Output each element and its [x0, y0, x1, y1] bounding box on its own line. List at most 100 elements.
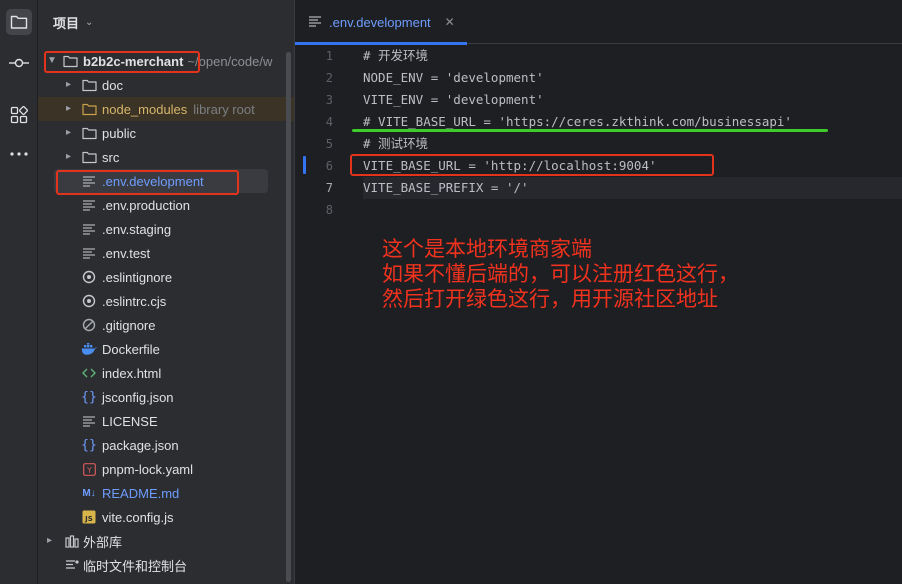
tree-item-doc[interactable]: ▸ doc: [38, 73, 294, 97]
folder-icon: [81, 101, 97, 117]
line-number: 7: [325, 181, 333, 195]
close-icon[interactable]: ✕: [445, 15, 455, 29]
library-icon: [64, 533, 80, 549]
docker-icon: [81, 341, 97, 357]
javascript-icon: JS: [81, 509, 97, 525]
ignore-file-icon: [81, 317, 97, 333]
tree-item-eslintignore[interactable]: .eslintignore: [38, 265, 294, 289]
folder-icon: [10, 15, 28, 29]
root-folder-path: ~/open/code/w: [187, 53, 273, 69]
tree-item-env-production[interactable]: .env.production: [38, 193, 294, 217]
code-line: VITE_ENV = 'development': [363, 92, 544, 107]
tree-item-label: vite.config.js: [102, 509, 174, 525]
tree-item-src[interactable]: ▸ src: [38, 145, 294, 169]
code-line: # 开发环境: [363, 48, 429, 63]
line-number: 8: [325, 203, 333, 217]
tab-env-development[interactable]: .env.development ✕: [295, 0, 467, 45]
line-number-gutter: 1 2 3 4 5 6 7 8: [295, 44, 355, 221]
tree-item-label: .env.staging: [102, 221, 172, 237]
json-icon: {}: [81, 437, 97, 453]
tree-item-label: .gitignore: [102, 317, 156, 333]
svg-text:JS: JS: [84, 515, 93, 523]
annotation-note-line: 这个是本地环境商家端: [382, 237, 592, 261]
tree-item-license[interactable]: LICENSE: [38, 409, 294, 433]
tree-item-label: doc: [102, 77, 123, 93]
scrollbar-thumb[interactable]: [286, 52, 291, 582]
text-file-icon: [81, 413, 97, 429]
tree-item-label: README.md: [102, 485, 180, 501]
activity-bar: [0, 0, 38, 584]
tree-item-env-test[interactable]: .env.test: [38, 241, 294, 265]
annotation-green-underline: [352, 129, 828, 132]
annotation-red-box-base-url: [350, 154, 714, 176]
tree-item-vite-config[interactable]: JS vite.config.js: [38, 505, 294, 529]
tree-item-gitignore[interactable]: .gitignore: [38, 313, 294, 337]
structure-tool-button[interactable]: [6, 102, 32, 128]
editor-tab-bar: .env.development ✕: [295, 0, 902, 45]
tree-item-label: node_modules: [102, 101, 188, 117]
tree-item-label: .env.test: [102, 245, 151, 261]
annotation-red-box-root: [44, 51, 200, 73]
text-file-icon: [81, 221, 97, 237]
project-tool-button[interactable]: [6, 9, 32, 35]
annotation-note-line: 如果不懂后端的，可以注册红色这行，: [382, 262, 739, 286]
folder-icon: [81, 125, 97, 141]
json-icon: {}: [81, 389, 97, 405]
tree-item-label: 临时文件和控制台: [83, 558, 188, 574]
chevron-right-icon: ▸: [47, 535, 53, 546]
text-file-icon: [81, 197, 97, 213]
tree-item-dockerfile[interactable]: Dockerfile: [38, 337, 294, 361]
tree-item-label: Dockerfile: [102, 341, 160, 357]
tree-item-node-modules[interactable]: ▸ node_modules library root: [38, 97, 294, 121]
project-tree: ▼ b2b2c-merchant ~/open/code/w ▸ doc ▸ no…: [38, 49, 294, 577]
commit-tool-button[interactable]: [6, 50, 32, 76]
markdown-icon: M↓: [82, 487, 96, 499]
tree-item-package-json[interactable]: {} package.json: [38, 433, 294, 457]
tree-item-label: pnpm-lock.yaml: [102, 461, 194, 477]
scratches-icon: [64, 557, 80, 573]
tree-item-label: jsconfig.json: [102, 389, 174, 405]
annotation-note-line: 然后打开绿色这行，用开源社区地址: [382, 287, 718, 311]
structure-icon: [10, 106, 28, 124]
tree-item-index-html[interactable]: index.html: [38, 361, 294, 385]
annotation-note: 这个是本地环境商家端 如果不懂后端的，可以注册红色这行， 然后打开绿色这行，用开…: [382, 237, 739, 312]
tree-item-public[interactable]: ▸ public: [38, 121, 294, 145]
project-panel-header[interactable]: 项目 ⌄: [38, 0, 294, 44]
tree-item-external-libraries[interactable]: ▸ 外部库: [38, 529, 294, 553]
tree-item-jsconfig[interactable]: {} jsconfig.json: [38, 385, 294, 409]
folder-icon: [81, 149, 97, 165]
tree-item-label: package.json: [102, 437, 179, 453]
yaml-icon: Y: [81, 461, 97, 477]
eslint-icon: [81, 293, 97, 309]
tree-item-eslintrc[interactable]: .eslintrc.cjs: [38, 289, 294, 313]
tree-item-label: LICENSE: [102, 413, 158, 429]
code-line: # 测试环境: [363, 136, 429, 151]
code-content[interactable]: # 开发环境 NODE_ENV = 'development' VITE_ENV…: [363, 44, 902, 221]
tree-item-pnpm-lock[interactable]: Y pnpm-lock.yaml: [38, 457, 294, 481]
tree-item-readme[interactable]: M↓ README.md: [38, 481, 294, 505]
tree-item-label: src: [102, 149, 120, 165]
change-marker: [303, 156, 306, 174]
code-line: VITE_BASE_PREFIX = '/': [363, 177, 902, 199]
tree-item-label: index.html: [102, 365, 162, 381]
more-tools-button[interactable]: [6, 141, 32, 167]
line-number: 3: [325, 93, 333, 107]
line-number: 1: [325, 49, 333, 63]
more-horizontal-icon: [10, 152, 28, 156]
tree-item-label: .eslintignore: [102, 269, 173, 285]
tree-item-label: .env.production: [102, 197, 190, 213]
tree-item-label: public: [102, 125, 136, 141]
tree-item-scratches[interactable]: 临时文件和控制台: [38, 553, 294, 577]
html-icon: [81, 365, 97, 381]
project-panel: 项目 ⌄ ▼ b2b2c-merchant ~/open/code/w ▸ doc…: [38, 0, 294, 584]
library-root-label: library root: [193, 101, 255, 117]
svg-text:Y: Y: [86, 465, 92, 474]
tree-item-env-staging[interactable]: .env.staging: [38, 217, 294, 241]
line-number: 2: [325, 71, 333, 85]
text-file-icon: [81, 245, 97, 261]
project-scrollbar[interactable]: [284, 44, 292, 584]
tree-item-label: .eslintrc.cjs: [102, 293, 167, 309]
code-line: NODE_ENV = 'development': [363, 70, 544, 85]
annotation-red-box-env-file: [56, 170, 239, 195]
